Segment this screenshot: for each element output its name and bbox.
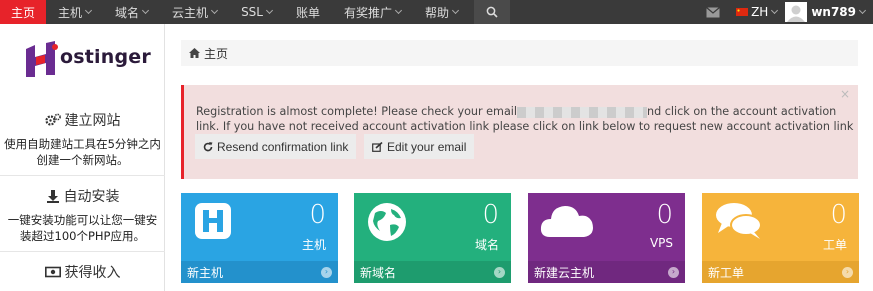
language-label: ZH xyxy=(751,5,769,19)
chevron-down-icon xyxy=(394,6,403,15)
divider xyxy=(0,251,165,252)
nav-referral-label: 有奖推广 xyxy=(344,5,393,20)
redacted-email xyxy=(517,106,648,118)
top-nav: 主页 主机 域名 云主机 SSL 账单 有奖推广 帮助 ZH wn789 xyxy=(0,0,873,29)
tile-hosting[interactable]: 0 主机 新主机 › xyxy=(181,193,338,283)
gears-icon xyxy=(44,113,61,126)
divider xyxy=(0,175,165,176)
new-hosting-link: 新主机 xyxy=(187,265,224,280)
nav-help[interactable]: 帮助 xyxy=(413,0,470,24)
nav-ssl[interactable]: SSL xyxy=(229,0,284,24)
close-icon[interactable]: × xyxy=(840,87,850,101)
nav-help-label: 帮助 xyxy=(425,5,450,20)
resend-confirmation-button[interactable]: Resend confirmation link xyxy=(195,134,357,159)
build-site-desc: 使用自助建站工具在5分钟之内创建一个新网站。 xyxy=(4,137,161,167)
china-flag-icon xyxy=(736,8,749,16)
arrow-right-icon: › xyxy=(494,266,505,278)
tile-domains-footer[interactable]: 新域名 › xyxy=(354,261,511,283)
chevron-down-icon xyxy=(451,6,460,15)
vps-label: VPS xyxy=(649,236,673,250)
domains-count: 0 xyxy=(482,200,499,230)
earn-income-title: 获得收入 xyxy=(64,265,121,281)
vps-count: 0 xyxy=(656,200,673,230)
tile-hosting-footer[interactable]: 新主机 › xyxy=(181,261,338,283)
search-icon xyxy=(486,6,498,18)
hosting-count: 0 xyxy=(309,200,326,230)
nav-hosting[interactable]: 主机 xyxy=(46,0,103,24)
chevron-down-icon xyxy=(211,6,219,15)
globe-icon xyxy=(368,203,406,241)
tile-tickets[interactable]: 0 工单 新工单 › xyxy=(702,193,859,283)
user-menu[interactable]: wn789 xyxy=(785,0,873,24)
chevron-down-icon xyxy=(858,6,867,15)
logo-mark-icon xyxy=(26,41,58,77)
download-icon xyxy=(46,190,59,203)
nav-hosting-label: 主机 xyxy=(58,5,83,20)
tile-domains[interactable]: 0 域名 新域名 › xyxy=(354,193,511,283)
avatar xyxy=(785,2,808,22)
hostinger-logo[interactable]: ostinger xyxy=(22,41,151,79)
new-domain-link: 新域名 xyxy=(360,265,397,280)
nav-referral[interactable]: 有奖推广 xyxy=(332,0,413,24)
nav-billing-label: 账单 xyxy=(295,5,320,20)
envelope-icon xyxy=(706,6,720,17)
domains-label: 域名 xyxy=(474,238,499,252)
chevron-down-icon xyxy=(142,6,150,15)
nav-ssl-label: SSL xyxy=(241,5,263,19)
alert-message: Registration is almost complete! Please … xyxy=(196,104,856,134)
build-site-title: 建立网站 xyxy=(64,113,121,129)
nav-home[interactable]: 主页 xyxy=(0,0,47,29)
edit-email-label: Edit your email xyxy=(387,139,467,154)
arrow-right-icon: › xyxy=(668,266,679,278)
money-icon xyxy=(44,266,61,278)
search-button[interactable] xyxy=(474,0,511,24)
username: wn789 xyxy=(811,5,856,19)
user-silhouette-icon xyxy=(785,2,808,22)
activation-alert: Registration is almost complete! Please … xyxy=(181,85,858,179)
sidebar: ostinger 建立网站 使用自助建站工具在5分钟之内创建一个新网站。 自动安… xyxy=(0,24,165,291)
resend-label: Resend confirmation link xyxy=(217,139,349,154)
tile-vps-footer[interactable]: 新建云主机 › xyxy=(528,261,685,283)
edit-icon xyxy=(372,141,383,152)
cloud-icon xyxy=(540,206,593,237)
breadcrumb-home[interactable]: 主页 xyxy=(204,45,228,62)
new-ticket-link: 新工单 xyxy=(708,265,745,280)
messages-button[interactable] xyxy=(698,0,728,24)
tickets-label: 工单 xyxy=(822,238,847,252)
chat-icon xyxy=(716,203,762,239)
tile-vps[interactable]: 0 VPS 新建云主机 › xyxy=(528,193,685,283)
hosting-h-icon xyxy=(195,203,231,239)
nav-home-label: 主页 xyxy=(11,5,36,20)
logo-text: ostinger xyxy=(60,46,151,68)
chevron-down-icon xyxy=(265,6,274,15)
build-site-section[interactable]: 建立网站 使用自助建站工具在5分钟之内创建一个新网站。 xyxy=(0,110,165,168)
arrow-right-icon: › xyxy=(321,266,332,278)
nav-billing[interactable]: 账单 xyxy=(284,0,332,24)
nav-vps[interactable]: 云主机 xyxy=(160,0,229,24)
breadcrumb: 主页 xyxy=(181,40,858,66)
earn-income-section[interactable]: 获得收入 xyxy=(0,262,165,282)
refresh-icon xyxy=(203,141,213,151)
language-selector[interactable]: ZH xyxy=(728,0,785,24)
arrow-right-icon: › xyxy=(842,266,853,278)
auto-install-title: 自动安装 xyxy=(63,189,120,205)
nav-vps-label: 云主机 xyxy=(172,5,209,20)
new-vps-link: 新建云主机 xyxy=(534,265,595,280)
hosting-label: 主机 xyxy=(301,238,326,252)
auto-install-desc: 一键安装功能可以让您一键安装超过100个PHP应用。 xyxy=(7,213,158,243)
chevron-down-icon xyxy=(84,6,93,15)
tile-tickets-footer[interactable]: 新工单 › xyxy=(702,261,859,283)
alert-text-part1: Registration is almost complete! Please … xyxy=(196,105,518,118)
tickets-count: 0 xyxy=(830,200,847,230)
nav-right: ZH wn789 xyxy=(698,0,873,24)
edit-email-button[interactable]: Edit your email xyxy=(364,134,475,159)
auto-install-section[interactable]: 自动安装 一键安装功能可以让您一键安装超过100个PHP应用。 xyxy=(0,186,165,244)
chevron-down-icon xyxy=(771,6,779,15)
nav-domains-label: 域名 xyxy=(115,5,140,20)
home-icon xyxy=(189,48,200,58)
nav-domains[interactable]: 域名 xyxy=(103,0,160,24)
